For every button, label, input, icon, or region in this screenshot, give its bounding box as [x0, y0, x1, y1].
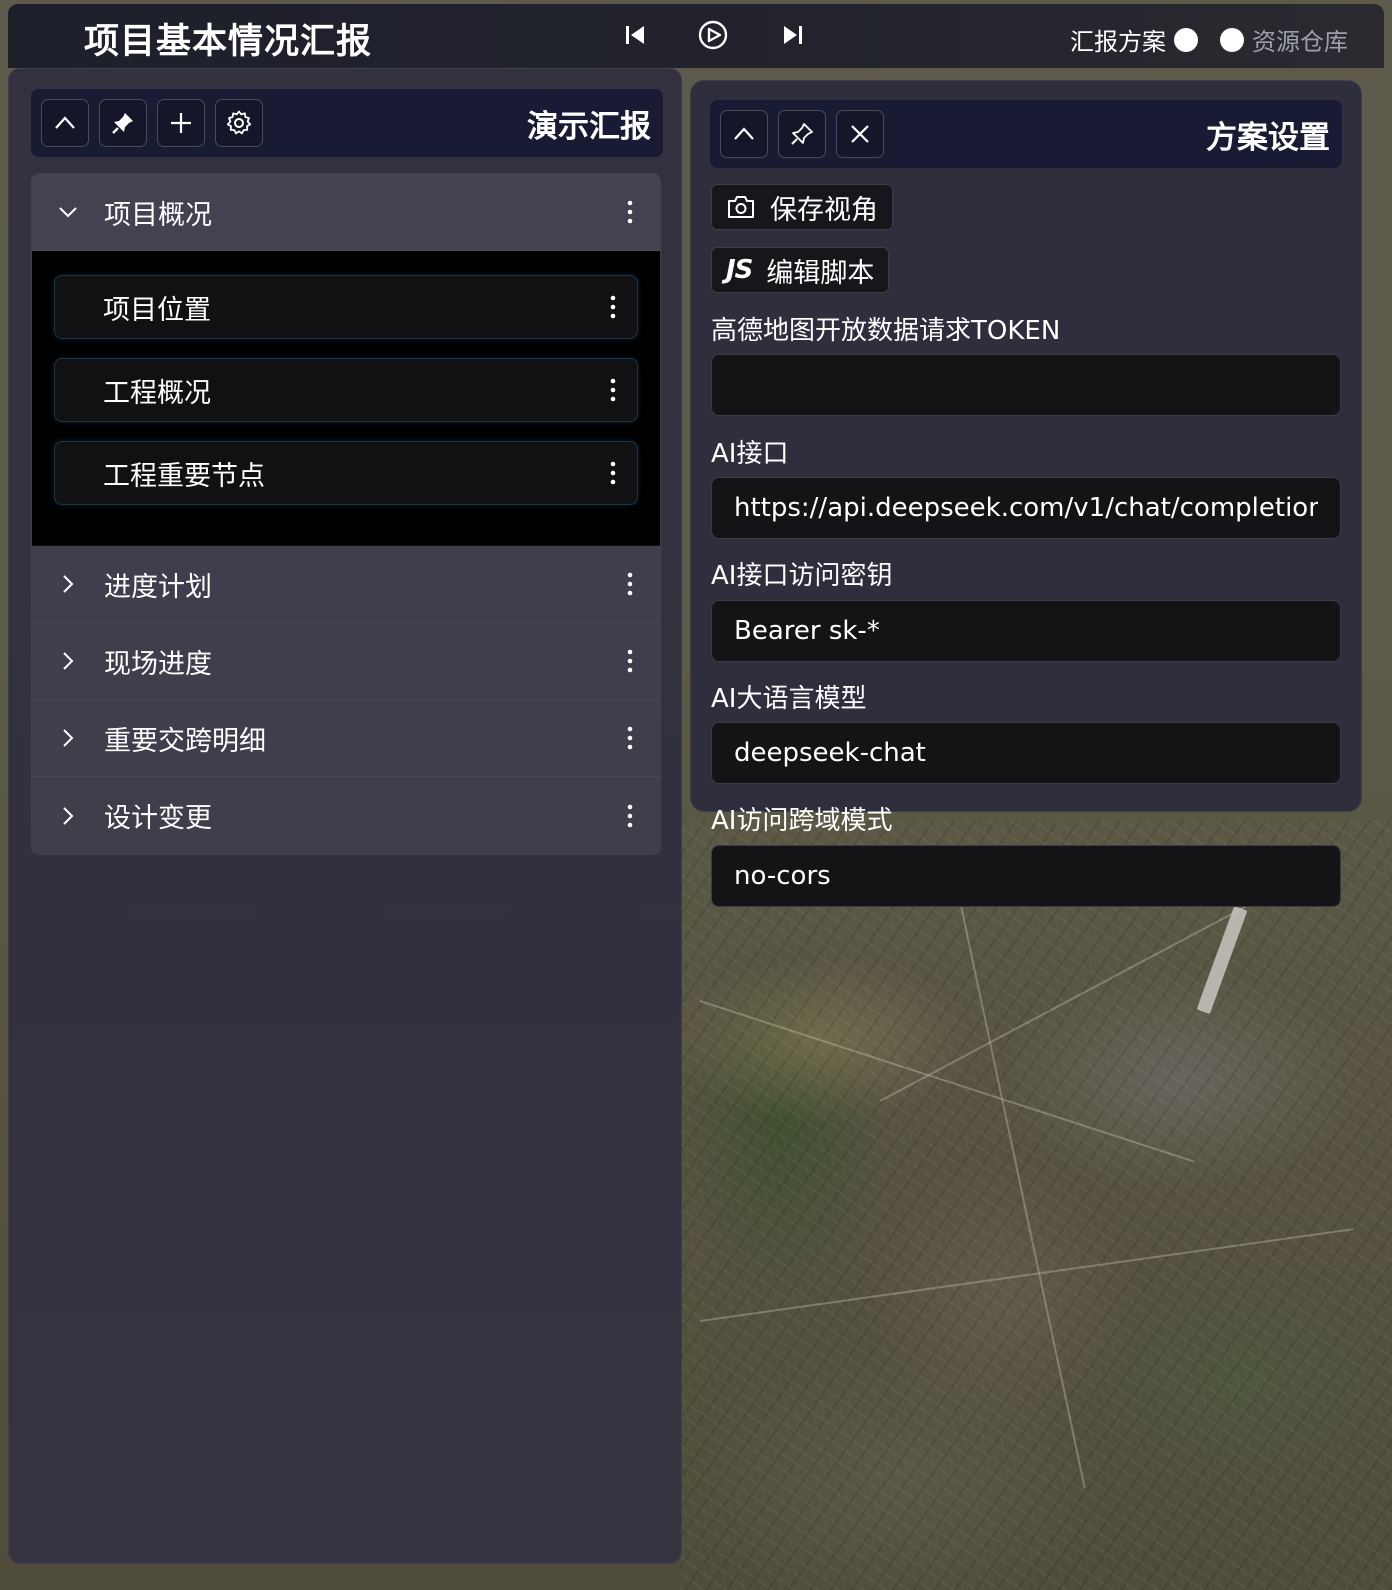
more-vertical-icon[interactable]: [589, 378, 637, 402]
presentation-panel: 演示汇报 项目概况 项目位置 工程概况 工程重要节点 进度计划 现场进度 重要交…: [8, 68, 682, 1564]
group-label: 设计变更: [104, 803, 212, 834]
more-vertical-icon[interactable]: [600, 649, 660, 673]
token-field[interactable]: [711, 354, 1341, 416]
group-label: 重要交跨明细: [104, 725, 266, 757]
scheme-toggle[interactable]: 汇报方案: [1070, 22, 1198, 57]
camera-icon: [728, 196, 754, 218]
group-label: 项目概况: [104, 199, 212, 231]
chevron-down-icon[interactable]: [56, 200, 80, 224]
repo-toggle-dot: [1220, 27, 1244, 52]
group-label: 现场进度: [104, 648, 212, 680]
list-item-engineering-overview[interactable]: 工程概况: [54, 358, 638, 422]
more-vertical-icon[interactable]: [589, 461, 637, 485]
top-bar: 项目基本情况汇报 汇报方案 资源仓库: [8, 4, 1384, 68]
settings-button[interactable]: [215, 99, 263, 147]
ai-cors-mode-label: AI访问跨域模式: [711, 806, 893, 836]
ai-key-field[interactable]: [711, 600, 1341, 662]
chevron-up-icon: [55, 116, 75, 129]
repo-toggle[interactable]: 资源仓库: [1220, 22, 1348, 57]
more-vertical-icon[interactable]: [589, 295, 637, 319]
group-row-design-changes[interactable]: 设计变更: [32, 777, 660, 854]
save-view-button[interactable]: 保存视角: [711, 184, 893, 230]
repo-toggle-label: 资源仓库: [1252, 28, 1348, 56]
ai-endpoint-field[interactable]: [711, 477, 1341, 539]
more-vertical-icon[interactable]: [600, 572, 660, 596]
token-field-label: 高德地图开放数据请求TOKEN: [711, 316, 1061, 346]
pin-button[interactable]: [778, 110, 826, 158]
close-icon: [851, 125, 869, 143]
group-row-site-progress[interactable]: 现场进度: [32, 623, 660, 700]
chevron-right-icon[interactable]: [56, 804, 80, 828]
ai-model-field[interactable]: [711, 722, 1341, 784]
group-children: 项目位置 工程概况 工程重要节点: [32, 251, 660, 546]
item-label: 项目位置: [103, 294, 211, 326]
skip-back-icon[interactable]: [620, 18, 650, 52]
plus-icon: [171, 113, 191, 133]
list-item-project-location[interactable]: 项目位置: [54, 275, 638, 339]
play-circle-icon[interactable]: [696, 18, 730, 52]
js-icon: JS: [726, 255, 753, 285]
scheme-toggle-label: 汇报方案: [1070, 28, 1166, 56]
map-texture: [680, 820, 1392, 1590]
scheme-settings-header: 方案设置: [710, 100, 1342, 168]
presentation-panel-title: 演示汇报: [527, 108, 651, 145]
edit-script-button[interactable]: JS 编辑脚本: [711, 247, 890, 293]
chevron-right-icon[interactable]: [56, 649, 80, 673]
group-row-project-overview[interactable]: 项目概况: [32, 174, 660, 251]
add-button[interactable]: [157, 99, 205, 147]
close-button[interactable]: [836, 110, 884, 158]
item-label: 工程重要节点: [103, 460, 265, 492]
page-title: 项目基本情况汇报: [84, 22, 373, 62]
chevron-right-icon[interactable]: [56, 726, 80, 750]
save-view-label: 保存视角: [770, 194, 878, 226]
chevron-up-icon: [734, 127, 754, 140]
ai-endpoint-label: AI接口: [711, 439, 789, 469]
more-vertical-icon[interactable]: [600, 804, 660, 828]
scheme-toggle-dot: [1174, 27, 1198, 52]
ai-cors-mode-field[interactable]: [711, 845, 1341, 907]
edit-script-label: 编辑脚本: [766, 257, 875, 289]
ai-model-label: AI大语言模型: [711, 684, 867, 714]
more-vertical-icon[interactable]: [600, 726, 660, 750]
pin-button[interactable]: [99, 99, 147, 147]
pin-icon: [112, 113, 133, 134]
gear-icon: [226, 110, 252, 135]
skip-forward-icon[interactable]: [778, 18, 808, 52]
pin-outline-icon: [791, 123, 813, 145]
scheme-settings-title: 方案设置: [1206, 119, 1330, 156]
group-row-crossing-details[interactable]: 重要交跨明细: [32, 700, 660, 777]
collapse-button[interactable]: [720, 110, 768, 158]
outline-tree: 项目概况 项目位置 工程概况 工程重要节点 进度计划 现场进度 重要交跨明细 设…: [31, 173, 661, 855]
ai-key-label: AI接口访问密钥: [711, 561, 893, 591]
list-item-key-milestones[interactable]: 工程重要节点: [54, 441, 638, 505]
group-row-schedule-plan[interactable]: 进度计划: [32, 546, 660, 623]
more-vertical-icon[interactable]: [600, 200, 660, 224]
item-label: 工程概况: [103, 377, 211, 409]
chevron-right-icon[interactable]: [56, 572, 80, 596]
collapse-button[interactable]: [41, 99, 89, 147]
presentation-panel-header: 演示汇报: [31, 89, 663, 157]
group-label: 进度计划: [104, 571, 212, 603]
